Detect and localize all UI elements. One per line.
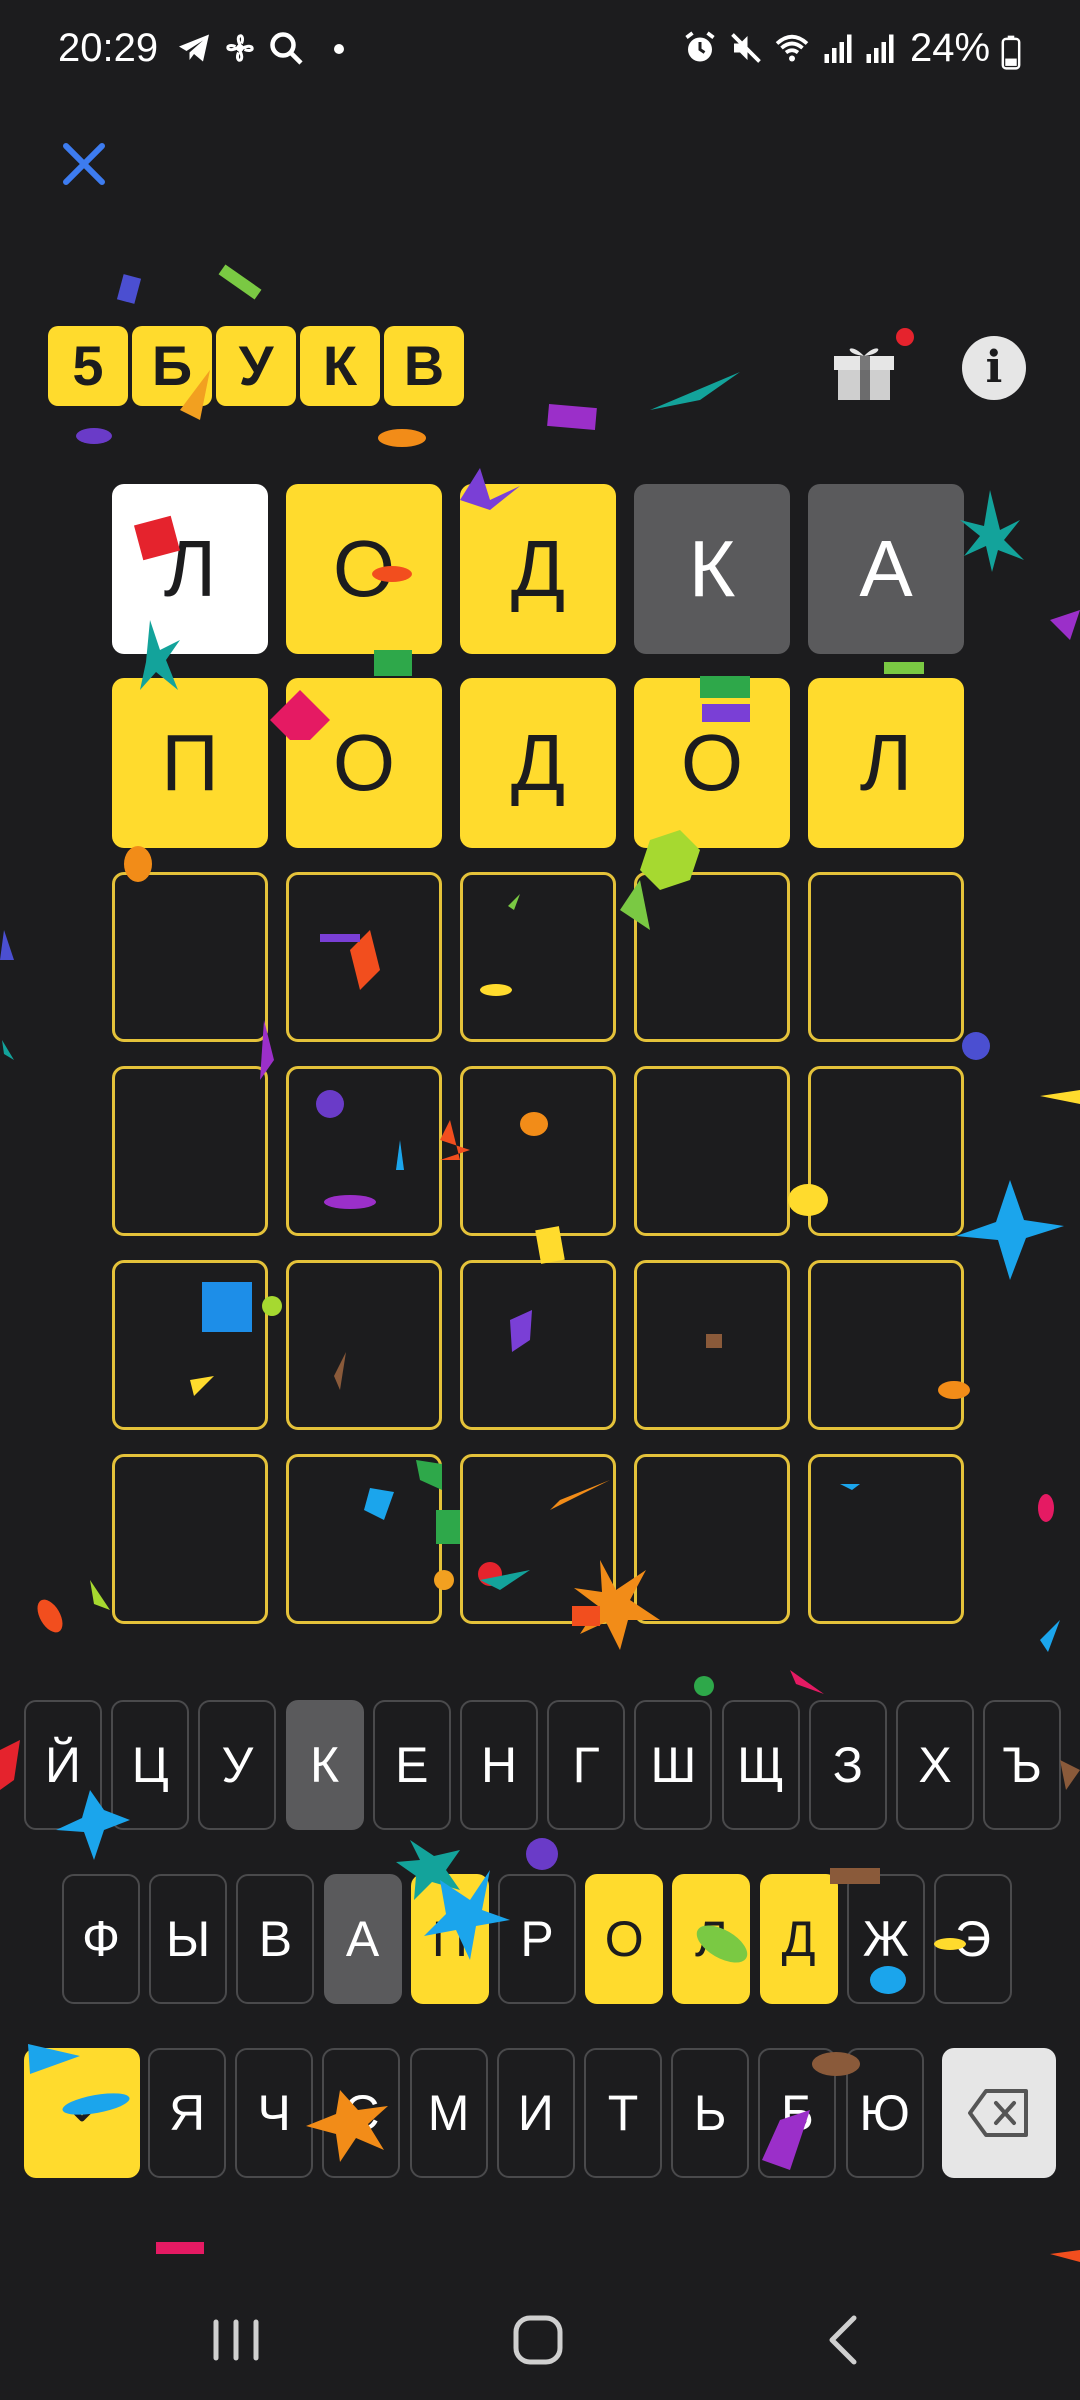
key[interactable]: К xyxy=(285,1700,364,1830)
key[interactable]: Я xyxy=(148,2048,226,2178)
key[interactable]: А xyxy=(323,1874,402,2004)
gift-icon[interactable] xyxy=(828,326,900,406)
empty-tile xyxy=(460,872,616,1042)
battery-icon xyxy=(1001,35,1021,70)
logo-tile: 5 xyxy=(48,326,128,406)
empty-tile xyxy=(634,1260,790,1430)
home-icon[interactable] xyxy=(478,2280,598,2400)
logo-tile: К xyxy=(300,326,380,406)
key[interactable]: Ф xyxy=(62,1874,140,2004)
telegram-icon xyxy=(179,34,209,62)
info-button[interactable]: i xyxy=(962,336,1026,400)
empty-tile xyxy=(808,1454,964,1624)
empty-tile xyxy=(808,1066,964,1236)
key[interactable]: Ц xyxy=(111,1700,190,1830)
key[interactable]: Й xyxy=(24,1700,102,1830)
logo-tile: Б xyxy=(132,326,212,406)
enter-key[interactable] xyxy=(24,2048,140,2178)
letter-tile: Л xyxy=(112,484,268,654)
key[interactable]: У xyxy=(198,1700,277,1830)
back-icon[interactable] xyxy=(784,2280,904,2400)
key[interactable]: Ш xyxy=(634,1700,713,1830)
mute-icon xyxy=(731,33,761,63)
key[interactable]: Ы xyxy=(149,1874,228,2004)
key[interactable]: Э xyxy=(934,1874,1012,2004)
signal-icon xyxy=(866,34,894,63)
status-time: 20:29 xyxy=(58,26,159,70)
letter-tile: Д xyxy=(460,678,616,848)
empty-tile xyxy=(634,1454,790,1624)
key[interactable]: Л xyxy=(672,1874,751,2004)
battery-percent: 24% xyxy=(910,26,991,70)
game-board: ЛОДКАПОДОЛ xyxy=(112,484,964,1624)
letter-tile: Д xyxy=(460,484,616,654)
recent-apps-icon[interactable] xyxy=(176,2280,296,2400)
key[interactable]: Р xyxy=(498,1874,576,2004)
letter-tile: П xyxy=(112,678,268,848)
dot-icon xyxy=(334,44,344,54)
key[interactable]: Е xyxy=(372,1700,451,1830)
close-icon[interactable] xyxy=(52,132,116,196)
wifi-icon xyxy=(775,34,809,62)
key[interactable]: С xyxy=(322,2048,401,2178)
status-bar: 20:29 24% xyxy=(0,0,1080,100)
empty-tile xyxy=(112,1260,268,1430)
key[interactable]: В xyxy=(236,1874,315,2004)
key[interactable]: З xyxy=(808,1700,887,1830)
empty-tile xyxy=(286,872,442,1042)
key[interactable]: П xyxy=(410,1874,489,2004)
empty-tile xyxy=(286,1066,442,1236)
alarm-icon xyxy=(685,31,715,62)
key[interactable]: Ч xyxy=(235,2048,314,2178)
signal-icon xyxy=(824,34,852,63)
key[interactable]: М xyxy=(409,2048,488,2178)
logo-tile: В xyxy=(384,326,464,406)
empty-tile xyxy=(808,872,964,1042)
letter-tile: О xyxy=(286,678,442,848)
empty-tile xyxy=(808,1260,964,1430)
key[interactable]: Т xyxy=(584,2048,662,2178)
empty-tile xyxy=(286,1260,442,1430)
logo-tile: У xyxy=(216,326,296,406)
fan-icon xyxy=(226,34,254,62)
key[interactable]: Х xyxy=(896,1700,974,1830)
letter-tile: К xyxy=(634,484,790,654)
key[interactable]: Ю xyxy=(845,2048,924,2178)
key[interactable]: Ь xyxy=(671,2048,750,2178)
empty-tile xyxy=(112,1454,268,1624)
empty-tile xyxy=(460,1260,616,1430)
backspace-icon xyxy=(968,2089,1028,2137)
checkmark-icon xyxy=(67,2104,97,2122)
empty-tile xyxy=(634,872,790,1042)
empty-tile xyxy=(460,1066,616,1236)
key[interactable]: Н xyxy=(460,1700,538,1830)
empty-tile xyxy=(112,1066,268,1236)
key[interactable]: Д xyxy=(759,1874,838,2004)
key[interactable]: О xyxy=(585,1874,664,2004)
key[interactable]: И xyxy=(496,2048,575,2178)
key[interactable]: Ъ xyxy=(983,1700,1062,1830)
notification-dot xyxy=(896,328,914,346)
backspace-key[interactable] xyxy=(942,2048,1056,2178)
empty-tile xyxy=(634,1066,790,1236)
game-logo: 5 Б У К В xyxy=(48,326,464,406)
key[interactable]: Г xyxy=(547,1700,626,1830)
letter-tile: О xyxy=(634,678,790,848)
letter-tile: О xyxy=(286,484,442,654)
key[interactable]: Б xyxy=(758,2048,837,2178)
letter-tile: Л xyxy=(808,678,964,848)
empty-tile xyxy=(460,1454,616,1624)
empty-tile xyxy=(286,1454,442,1624)
search-icon xyxy=(270,32,303,65)
empty-tile xyxy=(112,872,268,1042)
letter-tile: А xyxy=(808,484,964,654)
key[interactable]: Щ xyxy=(721,1700,800,1830)
key[interactable]: Ж xyxy=(846,1874,925,2004)
